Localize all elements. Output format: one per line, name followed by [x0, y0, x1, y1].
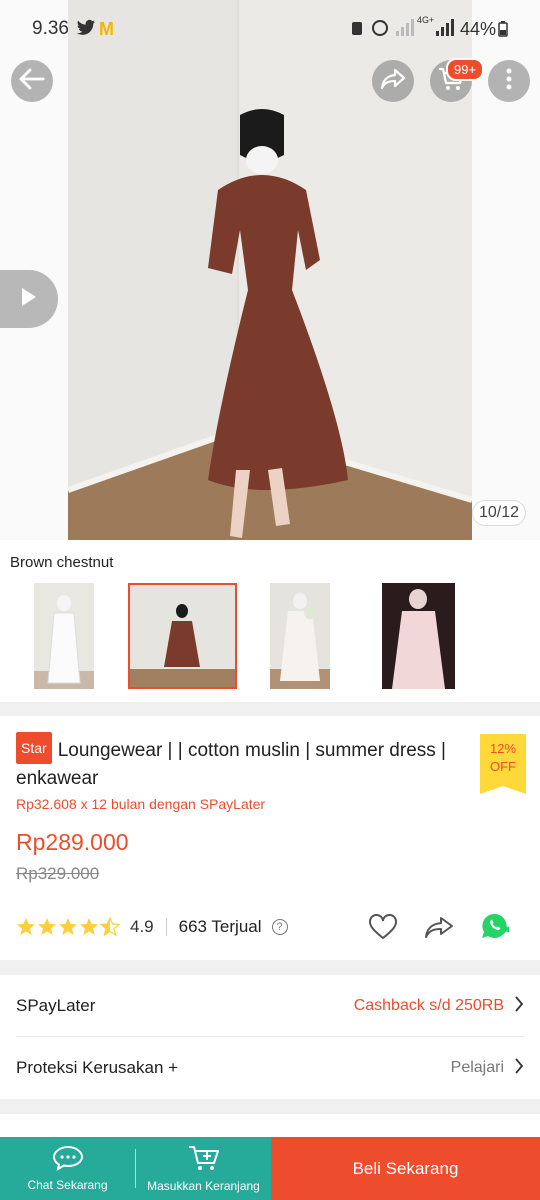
- whatsapp-share-button[interactable]: [480, 912, 512, 947]
- twitter-icon: [76, 19, 96, 42]
- image-counter: 10/12: [472, 500, 526, 526]
- more-options-button[interactable]: [488, 60, 530, 102]
- damage-protection-learn: Pelajari: [450, 1059, 504, 1076]
- help-icon[interactable]: ?: [271, 919, 288, 935]
- add-cart-icon: [187, 1144, 221, 1175]
- mcdonalds-icon: M: [99, 19, 114, 39]
- product-title-text: Loungewear | | cotton muslin | summer dr…: [16, 740, 446, 789]
- add-to-cart-button[interactable]: Masukkan Keranjang: [136, 1137, 271, 1200]
- product-title: Star Loungewear | | cotton muslin | summe…: [16, 732, 456, 793]
- like-button[interactable]: [368, 914, 398, 945]
- cart-count-badge: 99+: [446, 58, 485, 81]
- variant-thumb-white-dress[interactable]: [34, 583, 94, 689]
- spaylater-cashback: Cashback s/d 250RB: [353, 997, 504, 1014]
- product-image-gallery[interactable]: 9.36 M 4G+ 44% 99+ 10/12: [0, 0, 540, 540]
- more-vertical-icon: [506, 68, 512, 95]
- product-page: 9.36 M 4G+ 44% 99+ 10/12 Brown chestnut …: [0, 0, 540, 1200]
- damage-protection-row[interactable]: Proteksi Kerusakan + Pelajari: [0, 1037, 540, 1099]
- star-seller-tag: Star: [16, 732, 52, 764]
- variant-thumb-floral-white-dress[interactable]: [270, 583, 330, 689]
- arrow-left-icon: [19, 68, 45, 95]
- spaylater-label: SPayLater: [16, 996, 96, 1015]
- spaylater-row[interactable]: SPayLater Cashback s/d 250RB: [0, 975, 540, 1037]
- discount-badge: 12% OFF: [480, 734, 526, 794]
- chat-now-button[interactable]: Chat Sekarang: [0, 1137, 135, 1200]
- battery-text: 44%: [460, 19, 497, 39]
- share-arrow-icon: [380, 68, 406, 95]
- battery-icon: [498, 21, 508, 42]
- share-button[interactable]: [372, 60, 414, 102]
- product-info: Star Loungewear | | cotton muslin | summe…: [0, 716, 540, 960]
- play-icon: [20, 286, 38, 313]
- bottom-bar-divider: [135, 1137, 136, 1200]
- status-bar: 9.36 M 4G+ 44%: [0, 0, 540, 60]
- buy-now-label: Beli Sekarang: [352, 1158, 459, 1178]
- bottom-action-bar: Chat Sekarang Masukkan Keranjang Beli Se…: [0, 1137, 540, 1200]
- status-icons: [352, 19, 462, 42]
- chevron-right-icon: [514, 995, 524, 1018]
- current-price: Rp289.000: [16, 829, 129, 855]
- rating-row: 4.9 663 Terjual ?: [16, 913, 526, 940]
- play-video-button[interactable]: [0, 270, 58, 328]
- discount-percent: 12%: [489, 741, 517, 756]
- chevron-right-icon: [514, 1057, 524, 1080]
- variant-thumb-brown-chestnut[interactable]: [128, 583, 237, 689]
- damage-protection-label: Proteksi Kerusakan +: [16, 1058, 179, 1077]
- status-time: 9.36: [32, 18, 69, 39]
- rating-stars[interactable]: [16, 917, 120, 937]
- product-actions: [368, 912, 512, 947]
- share-product-button[interactable]: [424, 915, 454, 944]
- paylater-installment-text[interactable]: Rp32.608 x 12 bulan dengan SPayLater: [16, 796, 265, 812]
- sold-count: 663 Terjual: [178, 917, 262, 936]
- network-type: 4G+: [417, 15, 435, 25]
- star-icons: [17, 917, 120, 936]
- rating-value: 4.9: [130, 917, 154, 936]
- whatsapp-icon: [482, 913, 510, 938]
- selected-variant-name: Brown chestnut: [10, 554, 114, 571]
- variant-thumb-pink-dress[interactable]: [382, 583, 455, 689]
- share-icon: [425, 917, 453, 938]
- section-spacer: [0, 1114, 540, 1137]
- heart-icon: [369, 914, 397, 940]
- buy-now-button[interactable]: Beli Sekarang: [271, 1137, 540, 1200]
- rating-separator: [165, 918, 167, 936]
- discount-label: OFF: [490, 759, 516, 774]
- chat-now-label: Chat Sekarang: [27, 1178, 108, 1192]
- chat-bubble-icon: [52, 1145, 84, 1174]
- variant-selector: Brown chestnut: [0, 540, 540, 702]
- add-to-cart-label: Masukkan Keranjang: [147, 1179, 260, 1193]
- back-button[interactable]: [11, 60, 53, 102]
- original-price: Rp329.000: [16, 864, 100, 883]
